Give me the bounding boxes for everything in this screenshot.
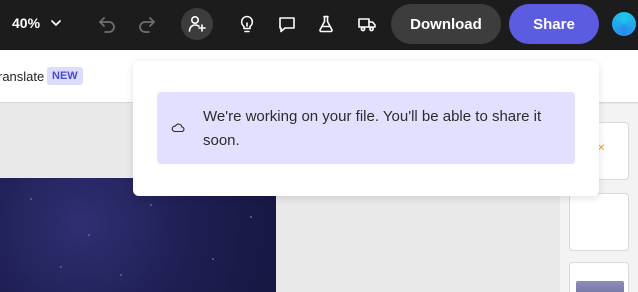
translate-link[interactable]: ranslate [0, 69, 44, 84]
comment-icon[interactable] [271, 8, 303, 40]
notice-message: We're working on your file. You'll be ab… [203, 108, 542, 149]
share-popover: We're working on your file. You'll be ab… [133, 61, 599, 196]
thumbnail-image [576, 281, 624, 292]
page-thumbnail[interactable] [569, 193, 629, 251]
redo-icon[interactable] [131, 8, 163, 40]
flask-icon[interactable] [310, 8, 342, 40]
chevron-down-icon [51, 20, 61, 26]
zoom-control[interactable]: 40% [12, 0, 62, 46]
new-badge: NEW [47, 67, 83, 85]
download-button[interactable]: Download [391, 4, 501, 44]
truck-icon[interactable] [351, 8, 383, 40]
processing-notice: We're working on your file. You'll be ab… [157, 92, 575, 164]
zoom-value: 40% [12, 15, 41, 31]
avatar[interactable] [610, 10, 638, 38]
lightbulb-icon[interactable] [231, 8, 263, 40]
invite-user-icon[interactable] [181, 8, 213, 40]
share-button[interactable]: Share [509, 4, 599, 44]
top-toolbar: 40% Download Share [0, 0, 638, 50]
page-thumbnail[interactable] [569, 262, 629, 292]
cloud-icon [171, 123, 185, 133]
undo-icon[interactable] [91, 8, 123, 40]
